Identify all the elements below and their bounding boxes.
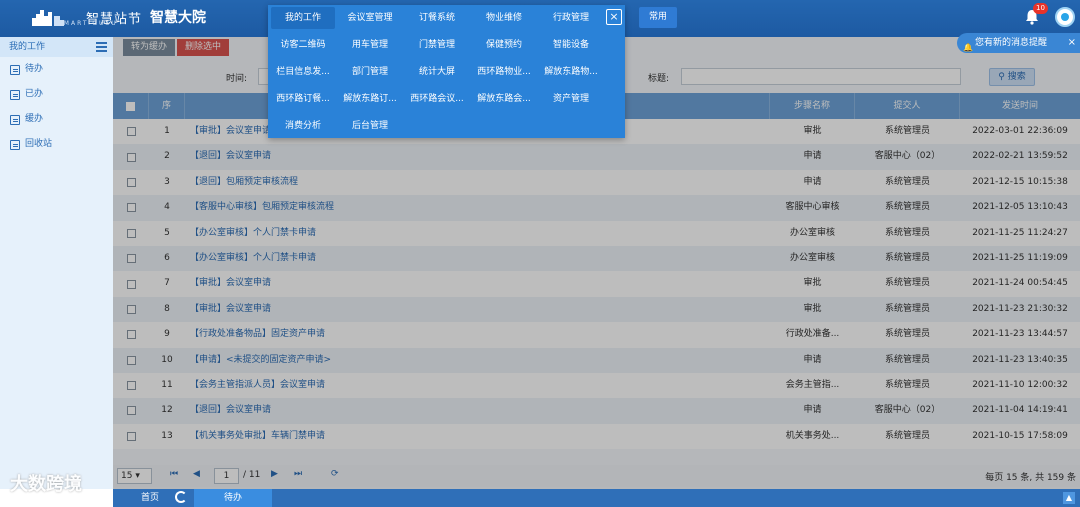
menu-item[interactable]: 栏目信息发... [271,61,335,83]
menu-item[interactable]: 资产管理 [539,88,603,110]
sidebar-item-label: 已办 [25,89,44,99]
menu-item[interactable]: 门禁管理 [405,34,469,56]
sidebar-heading-label: 我的工作 [9,42,46,52]
menu-item[interactable]: 解放东路会... [472,88,536,110]
menu-item[interactable]: 部门管理 [338,61,402,83]
watermark: 大数跨境 [10,474,82,495]
bell-icon: 🔔 [963,43,973,52]
menu-item[interactable]: 西环路物业... [472,61,536,83]
notification-badge: 10 [1033,3,1048,14]
menu-item[interactable]: 智能设备 [539,34,603,56]
bottom-tab-bar: 首页 待办 ▲ [113,489,1080,507]
sidebar-item-label: 缓办 [25,114,44,124]
menu-item[interactable]: 会议室管理 [338,7,402,29]
menu-item[interactable]: 行政管理 [539,7,603,29]
menu-item[interactable]: 后台管理 [338,115,402,137]
menu-item[interactable]: 解放东路物... [539,61,603,83]
sidebar: 我的工作 待办 已办 缓办 回收站 [0,37,113,489]
sidebar-heading: 我的工作 [0,37,113,57]
notice-text: 您有新的消息提醒 [975,38,1048,48]
sidebar-item-recycle[interactable]: 回收站 [0,132,113,157]
menu-item[interactable]: 统计大屏 [405,61,469,83]
menu-item[interactable]: 解放东路订... [338,88,402,110]
message-notice[interactable]: 🔔 您有新的消息提醒 × [957,33,1080,53]
close-icon[interactable]: × [606,9,622,25]
menu-item[interactable]: 保健预约 [472,34,536,56]
menu-item[interactable]: 用车管理 [338,34,402,56]
app-title: 智慧大院 [150,10,207,26]
sidebar-item-label: 回收站 [25,139,53,149]
sidebar-item-deferred[interactable]: 缓办 [0,107,113,132]
mega-menu: × 我的工作 会议室管理 订餐系统 物业维修 行政管理访客二维码 用车管理 门禁管理 保健预约… [268,5,625,138]
menu-item[interactable]: 消费分析 [271,115,335,137]
menu-item[interactable]: 访客二维码 [271,34,335,56]
document-icon [10,89,20,100]
collapse-menu-icon[interactable] [96,42,107,52]
refresh-icon[interactable] [175,491,187,503]
logo-subtext: SMART GUSU [58,20,118,27]
sidebar-item-done[interactable]: 已办 [0,82,113,107]
menu-item[interactable]: 西环路会议... [405,88,469,110]
avatar[interactable] [1055,7,1075,27]
document-icon [10,114,20,125]
menu-item[interactable]: 我的工作 [271,7,335,29]
sidebar-item-label: 待办 [25,64,44,74]
logo[interactable]: 智慧站节 智慧大院 [30,6,206,28]
close-icon[interactable]: × [1068,33,1076,53]
menu-item[interactable]: 订餐系统 [405,7,469,29]
menu-item[interactable]: 物业维修 [472,7,536,29]
menu-item[interactable]: 西环路订餐... [271,88,335,110]
common-button[interactable]: 常用 [639,7,677,28]
document-icon [10,64,20,75]
chevron-up-icon[interactable]: ▲ [1063,492,1075,504]
document-icon [10,139,20,150]
tab-todo[interactable]: 待办 [194,489,272,507]
sidebar-item-todo[interactable]: 待办 [0,57,113,82]
